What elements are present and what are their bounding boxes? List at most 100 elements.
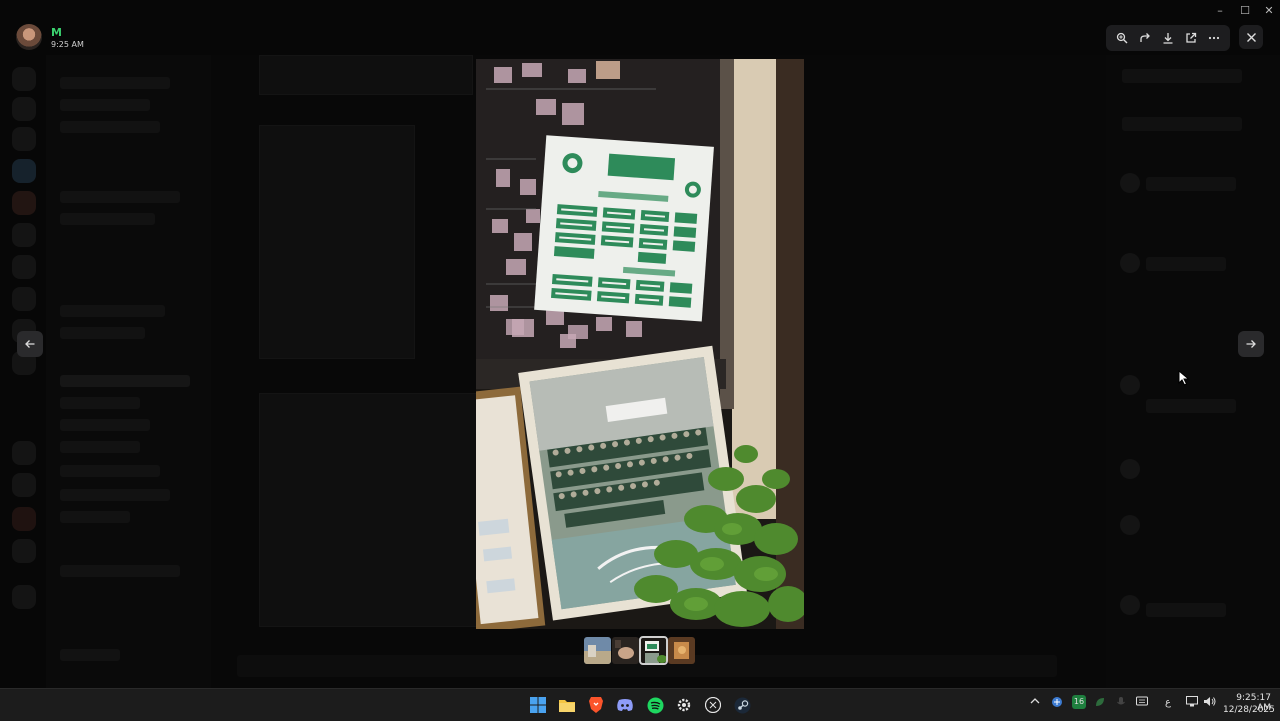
windows-start-icon xyxy=(530,697,546,713)
tray-app-icon[interactable] xyxy=(1094,696,1106,711)
user-panel[interactable] xyxy=(60,649,120,661)
network-icon xyxy=(1186,696,1198,707)
channel-item[interactable] xyxy=(60,441,140,453)
tray-overflow-button[interactable] xyxy=(1030,697,1040,708)
chat-image[interactable] xyxy=(259,393,491,627)
channel-item[interactable] xyxy=(60,99,150,111)
member-item[interactable] xyxy=(1122,69,1242,83)
channel-item[interactable] xyxy=(60,375,190,387)
language-indicator[interactable]: ع xyxy=(1165,697,1171,708)
channel-item[interactable] xyxy=(60,419,150,431)
member-item[interactable] xyxy=(1146,399,1236,413)
channel-item[interactable] xyxy=(60,511,130,523)
previous-image-button[interactable] xyxy=(17,331,43,357)
tray-app-icon[interactable] xyxy=(1051,696,1063,711)
file-explorer-icon xyxy=(559,700,575,712)
server-icon[interactable] xyxy=(12,159,36,183)
chat-image[interactable] xyxy=(259,125,415,359)
thumbnail-image xyxy=(668,637,695,664)
open-external-button[interactable] xyxy=(1181,28,1201,48)
brave-button[interactable] xyxy=(585,694,607,716)
thumbnail[interactable] xyxy=(668,637,695,664)
server-icon[interactable] xyxy=(12,97,36,121)
channel-item[interactable] xyxy=(60,121,160,133)
channel-list xyxy=(46,55,211,688)
arrow-left-icon xyxy=(25,340,35,348)
next-image-button[interactable] xyxy=(1238,331,1264,357)
microphone-icon xyxy=(1117,697,1125,705)
github-icon xyxy=(705,697,721,713)
download-icon xyxy=(1163,33,1173,44)
file-explorer-button[interactable] xyxy=(556,694,578,716)
member-list xyxy=(1106,55,1280,688)
user-header: M 9:25 AM xyxy=(14,24,194,52)
network-button[interactable] xyxy=(1186,696,1198,710)
channel-item[interactable] xyxy=(60,191,180,203)
channel-item[interactable] xyxy=(60,465,160,477)
close-viewer-button[interactable] xyxy=(1239,25,1263,49)
leaf-icon xyxy=(1096,698,1104,706)
server-icon[interactable] xyxy=(12,255,36,279)
channel-item[interactable] xyxy=(60,305,165,317)
github-button[interactable] xyxy=(702,694,724,716)
server-icon[interactable] xyxy=(12,127,36,151)
server-icon[interactable] xyxy=(12,539,36,563)
steam-button[interactable] xyxy=(731,694,753,716)
forward-button[interactable] xyxy=(1135,28,1155,48)
chat-image[interactable] xyxy=(259,55,473,95)
viewer-image[interactable] xyxy=(476,59,804,629)
tray-app-icon[interactable] xyxy=(1116,696,1126,711)
avatar[interactable] xyxy=(1120,173,1140,193)
server-icon[interactable] xyxy=(12,473,36,497)
user-initial: M xyxy=(51,26,62,39)
clock-date[interactable]: 12/28/2025 xyxy=(1223,705,1275,715)
server-icon[interactable] xyxy=(12,67,36,91)
tray-badge[interactable]: 16 xyxy=(1072,695,1086,709)
server-icon[interactable] xyxy=(12,507,36,531)
member-item[interactable] xyxy=(1146,177,1236,191)
thumbnail[interactable] xyxy=(584,637,611,664)
channel-item[interactable] xyxy=(60,489,170,501)
volume-button[interactable] xyxy=(1203,696,1216,710)
channel-item[interactable] xyxy=(60,213,155,225)
thumbnail-image xyxy=(584,637,611,664)
avatar[interactable] xyxy=(1120,375,1140,395)
thumbnail-active[interactable] xyxy=(639,636,668,665)
brave-icon xyxy=(589,697,603,713)
member-item[interactable] xyxy=(1146,603,1226,617)
window-close-button[interactable]: ✕ xyxy=(1259,4,1279,17)
server-icon[interactable] xyxy=(12,191,36,215)
avatar[interactable] xyxy=(1120,459,1140,479)
spotify-button[interactable] xyxy=(644,694,666,716)
avatar[interactable] xyxy=(1120,595,1140,615)
avatar[interactable] xyxy=(1120,515,1140,535)
minimize-button[interactable]: – xyxy=(1210,4,1230,17)
server-icon[interactable] xyxy=(12,223,36,247)
server-icon[interactable] xyxy=(12,585,36,609)
server-icon[interactable] xyxy=(12,441,36,465)
channel-item[interactable] xyxy=(60,397,140,409)
spotify-icon xyxy=(647,697,663,713)
maximize-button[interactable]: ☐ xyxy=(1235,4,1255,17)
download-button[interactable] xyxy=(1158,28,1178,48)
thumbnail[interactable] xyxy=(612,637,639,664)
settings-button[interactable] xyxy=(673,694,695,716)
discord-button[interactable] xyxy=(614,694,636,716)
more-button[interactable] xyxy=(1204,28,1224,48)
zoom-button[interactable] xyxy=(1112,28,1132,48)
settings-icon xyxy=(677,698,691,712)
avatar[interactable] xyxy=(16,24,42,50)
thumbnail-image xyxy=(612,637,639,664)
channel-item[interactable] xyxy=(60,77,170,89)
keyboard-icon xyxy=(1136,696,1148,706)
avatar[interactable] xyxy=(1120,253,1140,273)
keyboard-button[interactable] xyxy=(1136,696,1148,709)
start-button[interactable] xyxy=(527,694,549,716)
close-icon xyxy=(1246,32,1256,42)
member-item[interactable] xyxy=(1146,257,1226,271)
server-icon[interactable] xyxy=(12,287,36,311)
discord-icon xyxy=(617,699,633,711)
shop-window-photo xyxy=(476,59,804,629)
channel-item[interactable] xyxy=(60,327,145,339)
member-item[interactable] xyxy=(1122,117,1242,131)
